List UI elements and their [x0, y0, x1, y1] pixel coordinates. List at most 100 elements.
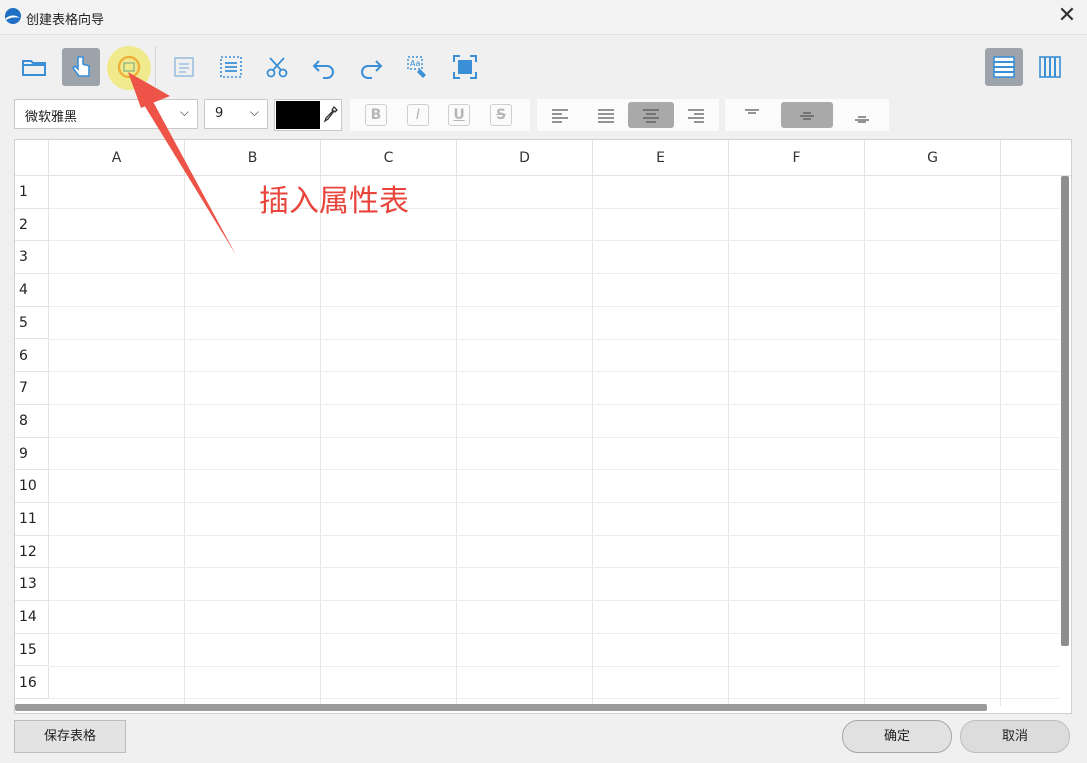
- row-header[interactable]: 10: [15, 470, 49, 503]
- align-right-button[interactable]: [673, 102, 719, 128]
- font-family-select[interactable]: 微软雅黑 ⌵: [14, 99, 198, 129]
- columns-layout-icon: [1039, 56, 1061, 78]
- strikethrough-button[interactable]: S: [490, 104, 512, 126]
- grid-row-line: [49, 698, 1059, 700]
- hand-pointer-icon: [71, 56, 90, 77]
- redo-icon: [361, 60, 383, 79]
- chevron-down-icon: ⌵: [249, 105, 259, 119]
- fit-frame-icon: [453, 55, 477, 79]
- grid-row-line: [49, 665, 1059, 667]
- column-header-empty[interactable]: [1001, 140, 1071, 176]
- align-justify-icon: [598, 109, 614, 123]
- grid-row-line: [49, 436, 1059, 438]
- grid-row-line: [49, 567, 1059, 569]
- cancel-button[interactable]: 取消: [960, 720, 1070, 753]
- row-header[interactable]: 4: [15, 274, 49, 307]
- row-header[interactable]: 12: [15, 535, 49, 569]
- column-header[interactable]: B: [185, 140, 321, 176]
- align-left-button[interactable]: [537, 102, 583, 128]
- row-header[interactable]: 2: [15, 208, 49, 242]
- grid-column-line: [864, 176, 865, 706]
- main-toolbar: Aa: [0, 38, 1087, 96]
- grid-row-line: [49, 632, 1059, 634]
- text-box-icon: [174, 57, 194, 77]
- align-center-button[interactable]: [628, 102, 674, 128]
- grid-row-line: [49, 403, 1059, 405]
- column-header[interactable]: A: [49, 140, 185, 176]
- app-logo-icon: [5, 8, 21, 24]
- font-size-value: 9: [215, 106, 224, 121]
- font-size-select[interactable]: 9 ⌵: [204, 99, 268, 129]
- bold-button[interactable]: B: [365, 104, 387, 126]
- grid-column-line: [592, 176, 593, 706]
- color-swatch[interactable]: [276, 101, 320, 129]
- align-left-icon: [552, 109, 568, 123]
- column-header[interactable]: G: [865, 140, 1001, 176]
- format-painter-icon: Aa: [407, 56, 426, 78]
- row-header[interactable]: 8: [15, 404, 49, 438]
- row-header[interactable]: 16: [15, 666, 49, 700]
- align-middle-icon: [800, 112, 814, 120]
- column-header[interactable]: C: [321, 140, 457, 176]
- vertical-align-group: [725, 99, 889, 131]
- close-icon[interactable]: ✕: [1055, 4, 1079, 28]
- grid-row-line: [49, 371, 1059, 373]
- eyedropper-icon[interactable]: [321, 102, 341, 128]
- scissors-icon: [266, 57, 288, 78]
- toolbar-separator: [155, 46, 156, 86]
- row-header[interactable]: 3: [15, 241, 49, 275]
- row-header[interactable]: 13: [15, 568, 49, 602]
- row-header[interactable]: 6: [15, 339, 49, 373]
- row-header[interactable]: 11: [15, 503, 49, 536]
- redo-button[interactable]: [352, 48, 390, 86]
- grid-row-line: [49, 240, 1059, 242]
- row-header[interactable]: 5: [15, 306, 49, 340]
- align-middle-button[interactable]: [781, 102, 833, 128]
- grid-row-line: [49, 600, 1059, 602]
- spreadsheet-grid[interactable]: ABCDEFG 1 2 3 4 5 6 7 8 9 10 11 12 13 14 15 16: [14, 139, 1072, 714]
- row-header[interactable]: 7: [15, 372, 49, 405]
- underline-button[interactable]: U: [448, 104, 470, 126]
- grid-row-line: [49, 273, 1059, 275]
- window-title: 创建表格向导: [26, 13, 105, 28]
- row-header[interactable]: 15: [15, 633, 49, 667]
- row-header[interactable]: 1: [15, 176, 49, 209]
- horizontal-scrollbar[interactable]: [15, 704, 987, 711]
- align-top-button[interactable]: [729, 102, 775, 128]
- text-box-button[interactable]: [165, 48, 203, 86]
- column-header[interactable]: D: [457, 140, 593, 176]
- format-painter-button[interactable]: Aa: [399, 48, 437, 86]
- grid-row-line: [49, 502, 1059, 503]
- column-header[interactable]: E: [593, 140, 729, 176]
- row-header[interactable]: 14: [15, 601, 49, 634]
- align-right-icon: [688, 109, 704, 123]
- chevron-down-icon: ⌵: [179, 105, 189, 119]
- save-table-button[interactable]: 保存表格: [14, 720, 126, 753]
- align-bottom-icon: [855, 116, 869, 123]
- align-justify-button[interactable]: [583, 102, 629, 128]
- fit-to-frame-button[interactable]: [446, 48, 484, 86]
- align-center-icon: [643, 109, 659, 123]
- pointer-button[interactable]: [62, 48, 100, 86]
- grid-column-line: [184, 176, 185, 706]
- click-highlight: [107, 46, 151, 90]
- select-cells-icon: [220, 56, 242, 78]
- horizontal-align-group: [537, 99, 719, 131]
- grid-column-line: [1000, 176, 1001, 706]
- text-color-picker[interactable]: [274, 99, 342, 131]
- grid-column-line: [320, 176, 321, 706]
- cut-button[interactable]: [258, 48, 296, 86]
- italic-button[interactable]: I: [407, 104, 429, 126]
- select-cells-button[interactable]: [212, 48, 250, 86]
- undo-button[interactable]: [305, 48, 343, 86]
- vertical-scrollbar[interactable]: [1061, 176, 1069, 646]
- row-layout-button[interactable]: [985, 48, 1023, 86]
- corner-cell[interactable]: [15, 140, 49, 176]
- align-bottom-button[interactable]: [839, 102, 885, 128]
- folder-icon: [22, 60, 46, 76]
- open-folder-button[interactable]: [15, 48, 53, 86]
- column-header[interactable]: F: [729, 140, 865, 176]
- row-header[interactable]: 9: [15, 437, 49, 471]
- ok-button[interactable]: 确定: [842, 720, 952, 753]
- column-layout-button[interactable]: [1031, 48, 1069, 86]
